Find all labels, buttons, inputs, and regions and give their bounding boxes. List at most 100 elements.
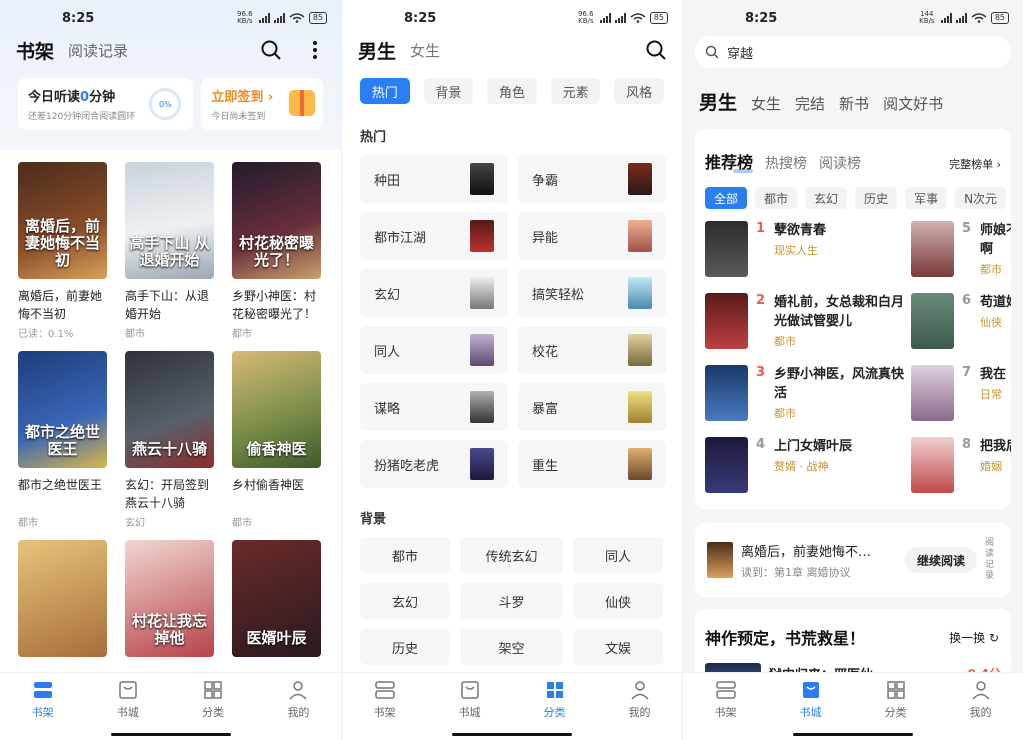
rank-chip[interactable]: 都市 xyxy=(755,187,798,209)
tab-profile[interactable]: 我的 xyxy=(597,673,682,726)
status-icons: 144 KB/s 85 xyxy=(917,11,1009,25)
tab-male[interactable]: 男生 xyxy=(699,88,737,115)
continue-reading-button[interactable]: 继续阅读 xyxy=(904,547,977,573)
rank-chip[interactable]: 全部 xyxy=(705,187,748,209)
tab-bookshelf[interactable]: 书架 xyxy=(16,37,54,64)
reading-record-link[interactable]: 阅读记录 xyxy=(985,538,999,582)
sign-in-card[interactable]: 立即签到 › 今日尚未签到 xyxy=(201,78,323,130)
chip-role[interactable]: 角色 xyxy=(487,78,537,104)
tab-reading-history[interactable]: 阅读记录 xyxy=(68,40,128,61)
rank-chip[interactable]: 军事 xyxy=(905,187,948,209)
category-item[interactable]: 谋略 xyxy=(360,383,508,431)
tab-completed[interactable]: 完结 xyxy=(795,93,825,114)
book-title: 乡野小神医：村花秘密曝光了！ xyxy=(232,289,317,321)
book-title: 离婚后，前妻她悔不当初 xyxy=(18,289,103,321)
background-item[interactable]: 同人 xyxy=(573,537,663,573)
tab-shelf[interactable]: 书架 xyxy=(0,673,85,726)
tab-shelf[interactable]: 书架 xyxy=(683,673,768,726)
category-item[interactable]: 暴富 xyxy=(518,383,666,431)
continue-reading-card[interactable]: 离婚后，前妻她悔不… 读到：第1章 离婚协议 继续阅读 阅读记录 xyxy=(695,523,1011,597)
rank-item[interactable]: 2 婚礼前，女总裁和白月光做试管婴儿 都市 xyxy=(705,293,911,349)
category-item[interactable]: 玄幻 xyxy=(360,269,508,317)
rank-item[interactable]: 6 苟道始仙侠 xyxy=(911,293,1011,349)
tab-profile[interactable]: 我的 xyxy=(938,673,1023,726)
wifi-icon xyxy=(630,13,646,23)
search-input[interactable]: 穿越 xyxy=(695,36,1011,68)
rank-chip[interactable]: N次元 xyxy=(955,187,1007,209)
category-thumb xyxy=(470,163,494,195)
search-icon[interactable] xyxy=(259,38,283,62)
background-item[interactable]: 都市 xyxy=(360,537,450,573)
background-item[interactable]: 架空 xyxy=(460,629,563,665)
category-item[interactable]: 种田 xyxy=(360,155,508,203)
category-item[interactable]: 校花 xyxy=(518,326,666,374)
tab-category[interactable]: 分类 xyxy=(171,673,256,726)
book-item[interactable]: 燕云十八骑 玄幻：开局签到燕云十八骑 玄幻 xyxy=(125,351,214,529)
background-item[interactable]: 仙侠 xyxy=(573,583,663,619)
chip-background[interactable]: 背景 xyxy=(423,78,474,104)
book-item[interactable]: 偷香神医 乡村偷香神医 都市 xyxy=(232,351,321,529)
rank-chip[interactable]: 玄幻 xyxy=(805,187,848,209)
tab-store[interactable]: 书城 xyxy=(85,673,170,726)
book-item[interactable]: 都市之绝世医王 都市之绝世医王 都市 xyxy=(18,351,107,529)
book-item[interactable]: 村花秘密曝光了！ 乡野小神医：村花秘密曝光了！ 都市 xyxy=(232,162,321,340)
more-icon[interactable] xyxy=(303,38,327,62)
chip-element[interactable]: 元素 xyxy=(550,78,601,104)
section-background-title: 背景 xyxy=(360,512,387,527)
tab-female[interactable]: 女生 xyxy=(410,40,440,61)
full-ranking-link[interactable]: 完整榜单 › xyxy=(949,156,1001,172)
chip-hot[interactable]: 热门 xyxy=(360,78,410,104)
tab-bar: 书架 书城 分类 我的 xyxy=(0,672,341,740)
category-item[interactable]: 搞笑轻松 xyxy=(518,269,666,317)
book-item[interactable]: 高手下山 从退婚开始 高手下山：从退婚开始 都市 xyxy=(125,162,214,340)
category-item[interactable]: 同人 xyxy=(360,326,508,374)
tab-good-books[interactable]: 阅文好书 xyxy=(883,93,943,114)
rank-item[interactable]: 3 乡野小神医，风流真快活 都市 xyxy=(705,365,911,421)
listen-card[interactable]: 今日听读0分钟 还差120分钟闭合阅读圆环 0% xyxy=(18,78,194,130)
rank-item[interactable]: 8 把我后， 婚姻 xyxy=(911,437,1011,493)
category-item[interactable]: 争霸 xyxy=(518,155,666,203)
book-cover xyxy=(18,540,107,657)
category-item[interactable]: 扮猪吃老虎 xyxy=(360,440,508,488)
shelf-header: 书架 阅读记录 xyxy=(0,36,341,64)
book-item[interactable]: 离婚后，前妻她悔不当初 离婚后，前妻她悔不当初 已读：0.1% xyxy=(18,162,107,340)
background-item[interactable]: 历史 xyxy=(360,629,450,665)
rank-chip[interactable]: 历史 xyxy=(855,187,898,209)
category-item[interactable]: 异能 xyxy=(518,212,666,260)
book-item[interactable]: 村花让我忘掉他 xyxy=(125,540,214,657)
tab-profile[interactable]: 我的 xyxy=(256,673,341,726)
tab-store[interactable]: 书城 xyxy=(768,673,853,726)
status-icons: 96.6 KB/s 85 xyxy=(576,11,668,25)
background-item[interactable]: 文娱 xyxy=(573,629,663,665)
store-icon xyxy=(802,681,819,698)
rank-item[interactable]: 1 孽欲青春 现实人生 xyxy=(705,221,911,277)
tab-male[interactable]: 男生 xyxy=(358,37,396,64)
rank-tab-hot-search[interactable]: 热搜榜 xyxy=(765,153,807,173)
tab-female[interactable]: 女生 xyxy=(751,93,781,114)
background-item[interactable]: 传统玄幻 xyxy=(460,537,563,573)
tab-category[interactable]: 分类 xyxy=(853,673,938,726)
tab-new[interactable]: 新书 xyxy=(839,93,869,114)
grid-icon xyxy=(546,681,563,698)
search-icon[interactable] xyxy=(644,38,668,62)
tab-shelf[interactable]: 书架 xyxy=(342,673,427,726)
rank-item[interactable]: 4 上门女婿叶辰 赘婿 · 战神 xyxy=(705,437,911,493)
tab-category[interactable]: 分类 xyxy=(512,673,597,726)
tab-store[interactable]: 书城 xyxy=(427,673,512,726)
category-item[interactable]: 都市江湖 xyxy=(360,212,508,260)
rank-item[interactable]: 7 我在 日常 xyxy=(911,365,1011,421)
rank-item[interactable]: 5 师娘不住啊都市 xyxy=(911,221,1011,277)
book-sub: 都市 xyxy=(18,518,38,529)
background-item[interactable]: 斗罗 xyxy=(460,583,563,619)
grid-icon xyxy=(886,680,905,699)
book-item[interactable]: 医婿叶辰 xyxy=(232,540,321,657)
refresh-button[interactable]: 换一换 ↻ xyxy=(949,629,999,646)
book-item[interactable] xyxy=(18,540,107,657)
rank-sub: 日常 xyxy=(980,388,1002,401)
rank-tab-reading[interactable]: 阅读榜 xyxy=(819,153,861,173)
rank-tab-recommend[interactable]: 推荐榜 xyxy=(705,149,754,173)
category-item[interactable]: 重生 xyxy=(518,440,666,488)
rank-title: 乡野小神医，风流真快活 xyxy=(774,367,905,401)
background-item[interactable]: 玄幻 xyxy=(360,583,450,619)
chip-style[interactable]: 风格 xyxy=(614,78,664,104)
